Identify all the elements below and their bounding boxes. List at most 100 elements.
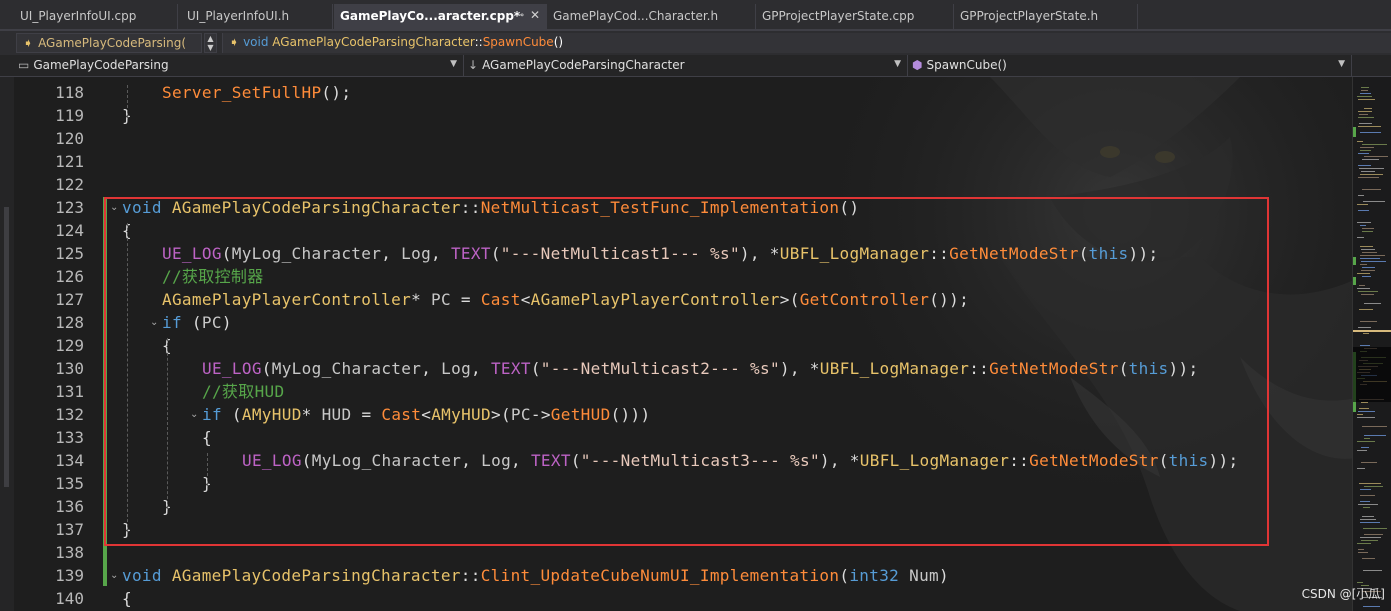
tab-gpprojectplayerstate-h[interactable]: GPProjectPlayerState.h [954, 4, 1138, 29]
overview-mark [1357, 441, 1375, 442]
scope-arrow-icon: ↓ [468, 58, 479, 72]
class-dropdown[interactable]: ➧ AGamePlayCodeParsing( [16, 33, 202, 53]
tab-gpprojectplayerstate-cpp[interactable]: GPProjectPlayerState.cpp [756, 4, 954, 29]
overview-mark [1363, 333, 1369, 334]
overview-mark [1358, 126, 1381, 127]
overview-mark [1361, 447, 1369, 448]
project-icon: ▭ [18, 58, 30, 72]
code-line[interactable]: void AGamePlayCodeParsingCharacter::Clin… [122, 564, 949, 587]
overview-mark [1358, 195, 1364, 196]
code-token: int32 [849, 566, 900, 585]
document-tab-strip: UI_PlayerInfoUI.cpp UI_PlayerInfoUI.h Ga… [0, 0, 1391, 31]
overview-viewport[interactable] [1353, 347, 1391, 402]
overview-mark [1360, 93, 1371, 94]
overview-mark [1362, 516, 1374, 517]
overview-mark [1361, 249, 1375, 250]
code-token: AGamePlayCodeParsingCharacter [171, 566, 461, 585]
overview-mark [1361, 294, 1374, 295]
line-number: 139 [55, 566, 84, 585]
project-dropdown[interactable]: ▭ GamePlayCodeParsing ▼ [14, 55, 464, 76]
overview-mark [1358, 153, 1369, 154]
line-number: 135 [55, 474, 84, 493]
overview-mark [1358, 117, 1374, 118]
line-number: 123 [55, 198, 84, 217]
overview-mark [1360, 321, 1377, 322]
overview-mark [1357, 582, 1363, 583]
code-token: void [122, 566, 162, 585]
tab-ui-playerinfoui-h[interactable]: UI_PlayerInfoUI.h [181, 4, 333, 29]
chevron-down-icon: ▼ [1338, 59, 1345, 69]
overview-mark [1359, 123, 1372, 124]
tab-label: GPProjectPlayerState.h [960, 9, 1099, 23]
function-dropdown[interactable]: ➧ void AGamePlayCodeParsingCharacter::Spa… [222, 33, 1391, 53]
code-token: :: [460, 566, 481, 585]
fold-toggle-icon[interactable]: ⌄ [110, 564, 122, 587]
code-editor[interactable]: 118 Server_SetFullHP(); 119} 120 121 122 123 ⌄ v… [0, 77, 1352, 611]
scope-dropdown[interactable]: ↓ AGamePlayCodeParsingCharacter ▼ [464, 55, 908, 76]
code-line[interactable]: { [122, 587, 132, 610]
overview-mark [1357, 414, 1363, 415]
overview-mark [1357, 222, 1371, 223]
line-number: 121 [55, 152, 84, 171]
function-name: SpawnCube [482, 35, 554, 49]
pin-icon[interactable]: ⊸ [516, 10, 524, 21]
dropdown-spinner[interactable]: ▲ ▼ [204, 33, 217, 53]
tab-label: GamePlayCod...Character.h [553, 9, 719, 23]
line-number: 133 [55, 428, 84, 447]
overview-mark [1357, 288, 1370, 289]
overview-mark [1357, 450, 1367, 451]
line-number: 125 [55, 244, 84, 263]
code-token: { [122, 589, 132, 608]
overview-mark [1360, 258, 1380, 259]
line-number: 127 [55, 290, 84, 309]
overview-mark [1362, 276, 1371, 277]
overview-mark [1360, 522, 1380, 523]
line-number: 119 [55, 106, 84, 125]
line-number: 138 [55, 543, 84, 562]
close-icon[interactable]: ✕ [530, 8, 540, 22]
tab-ui-playerinfoui-cpp[interactable]: UI_PlayerInfoUI.cpp [14, 4, 178, 29]
overview-mark [1358, 411, 1375, 412]
overview-scrollbar[interactable] [1352, 77, 1391, 611]
overview-mark [1358, 210, 1369, 211]
method-icon: ➧ [229, 35, 240, 49]
overview-mark [1362, 231, 1373, 232]
tab-label: GamePlayCo...aracter.cpp* [340, 9, 521, 23]
overview-mark [1361, 462, 1377, 463]
overview-mark [1357, 543, 1371, 544]
overview-mark [1364, 156, 1388, 157]
code-line[interactable]: Server_SetFullHP(); [162, 81, 351, 104]
member-dropdown[interactable]: ⬢ SpawnCube() ▼ [908, 55, 1352, 76]
overview-mark [1358, 504, 1378, 505]
overview-mark [1362, 558, 1375, 559]
function-separator: :: [474, 35, 483, 49]
tab-gameplaycodeparsingcharacter-h[interactable]: GamePlayCod...Character.h [547, 4, 756, 29]
tab-label: UI_PlayerInfoUI.cpp [20, 9, 137, 23]
overview-mark [1360, 264, 1367, 265]
cube-icon: ⬢ [912, 58, 923, 72]
overview-mark [1359, 168, 1384, 169]
code-token: Clint_UpdateCubeNumUI_Implementation [480, 566, 840, 585]
overview-mark [1362, 228, 1374, 229]
overview-mark [1357, 141, 1363, 142]
overview-mark [1359, 408, 1369, 409]
function-keyword: void [243, 35, 269, 49]
overview-mark [1357, 417, 1375, 418]
chevron-down-icon: ▼ [894, 59, 901, 69]
gutter-scrollbar[interactable] [4, 207, 9, 487]
overview-mark [1361, 261, 1386, 262]
overview-mark [1358, 99, 1375, 100]
overview-mark [1363, 570, 1382, 571]
overview-mark [1363, 507, 1370, 508]
overview-mark [1364, 303, 1381, 304]
tab-gameplaycodeparsingcharacter-cpp[interactable]: GamePlayCo...aracter.cpp* ⊸ ✕ [334, 4, 547, 29]
line-number: 129 [55, 336, 84, 355]
line-number: 120 [55, 129, 84, 148]
overview-mark [1361, 171, 1375, 172]
overview-mark [1361, 402, 1368, 403]
overview-mark [1362, 426, 1387, 427]
overview-mark [1360, 345, 1370, 346]
overview-mark [1358, 177, 1379, 178]
overview-mark [1358, 327, 1371, 328]
